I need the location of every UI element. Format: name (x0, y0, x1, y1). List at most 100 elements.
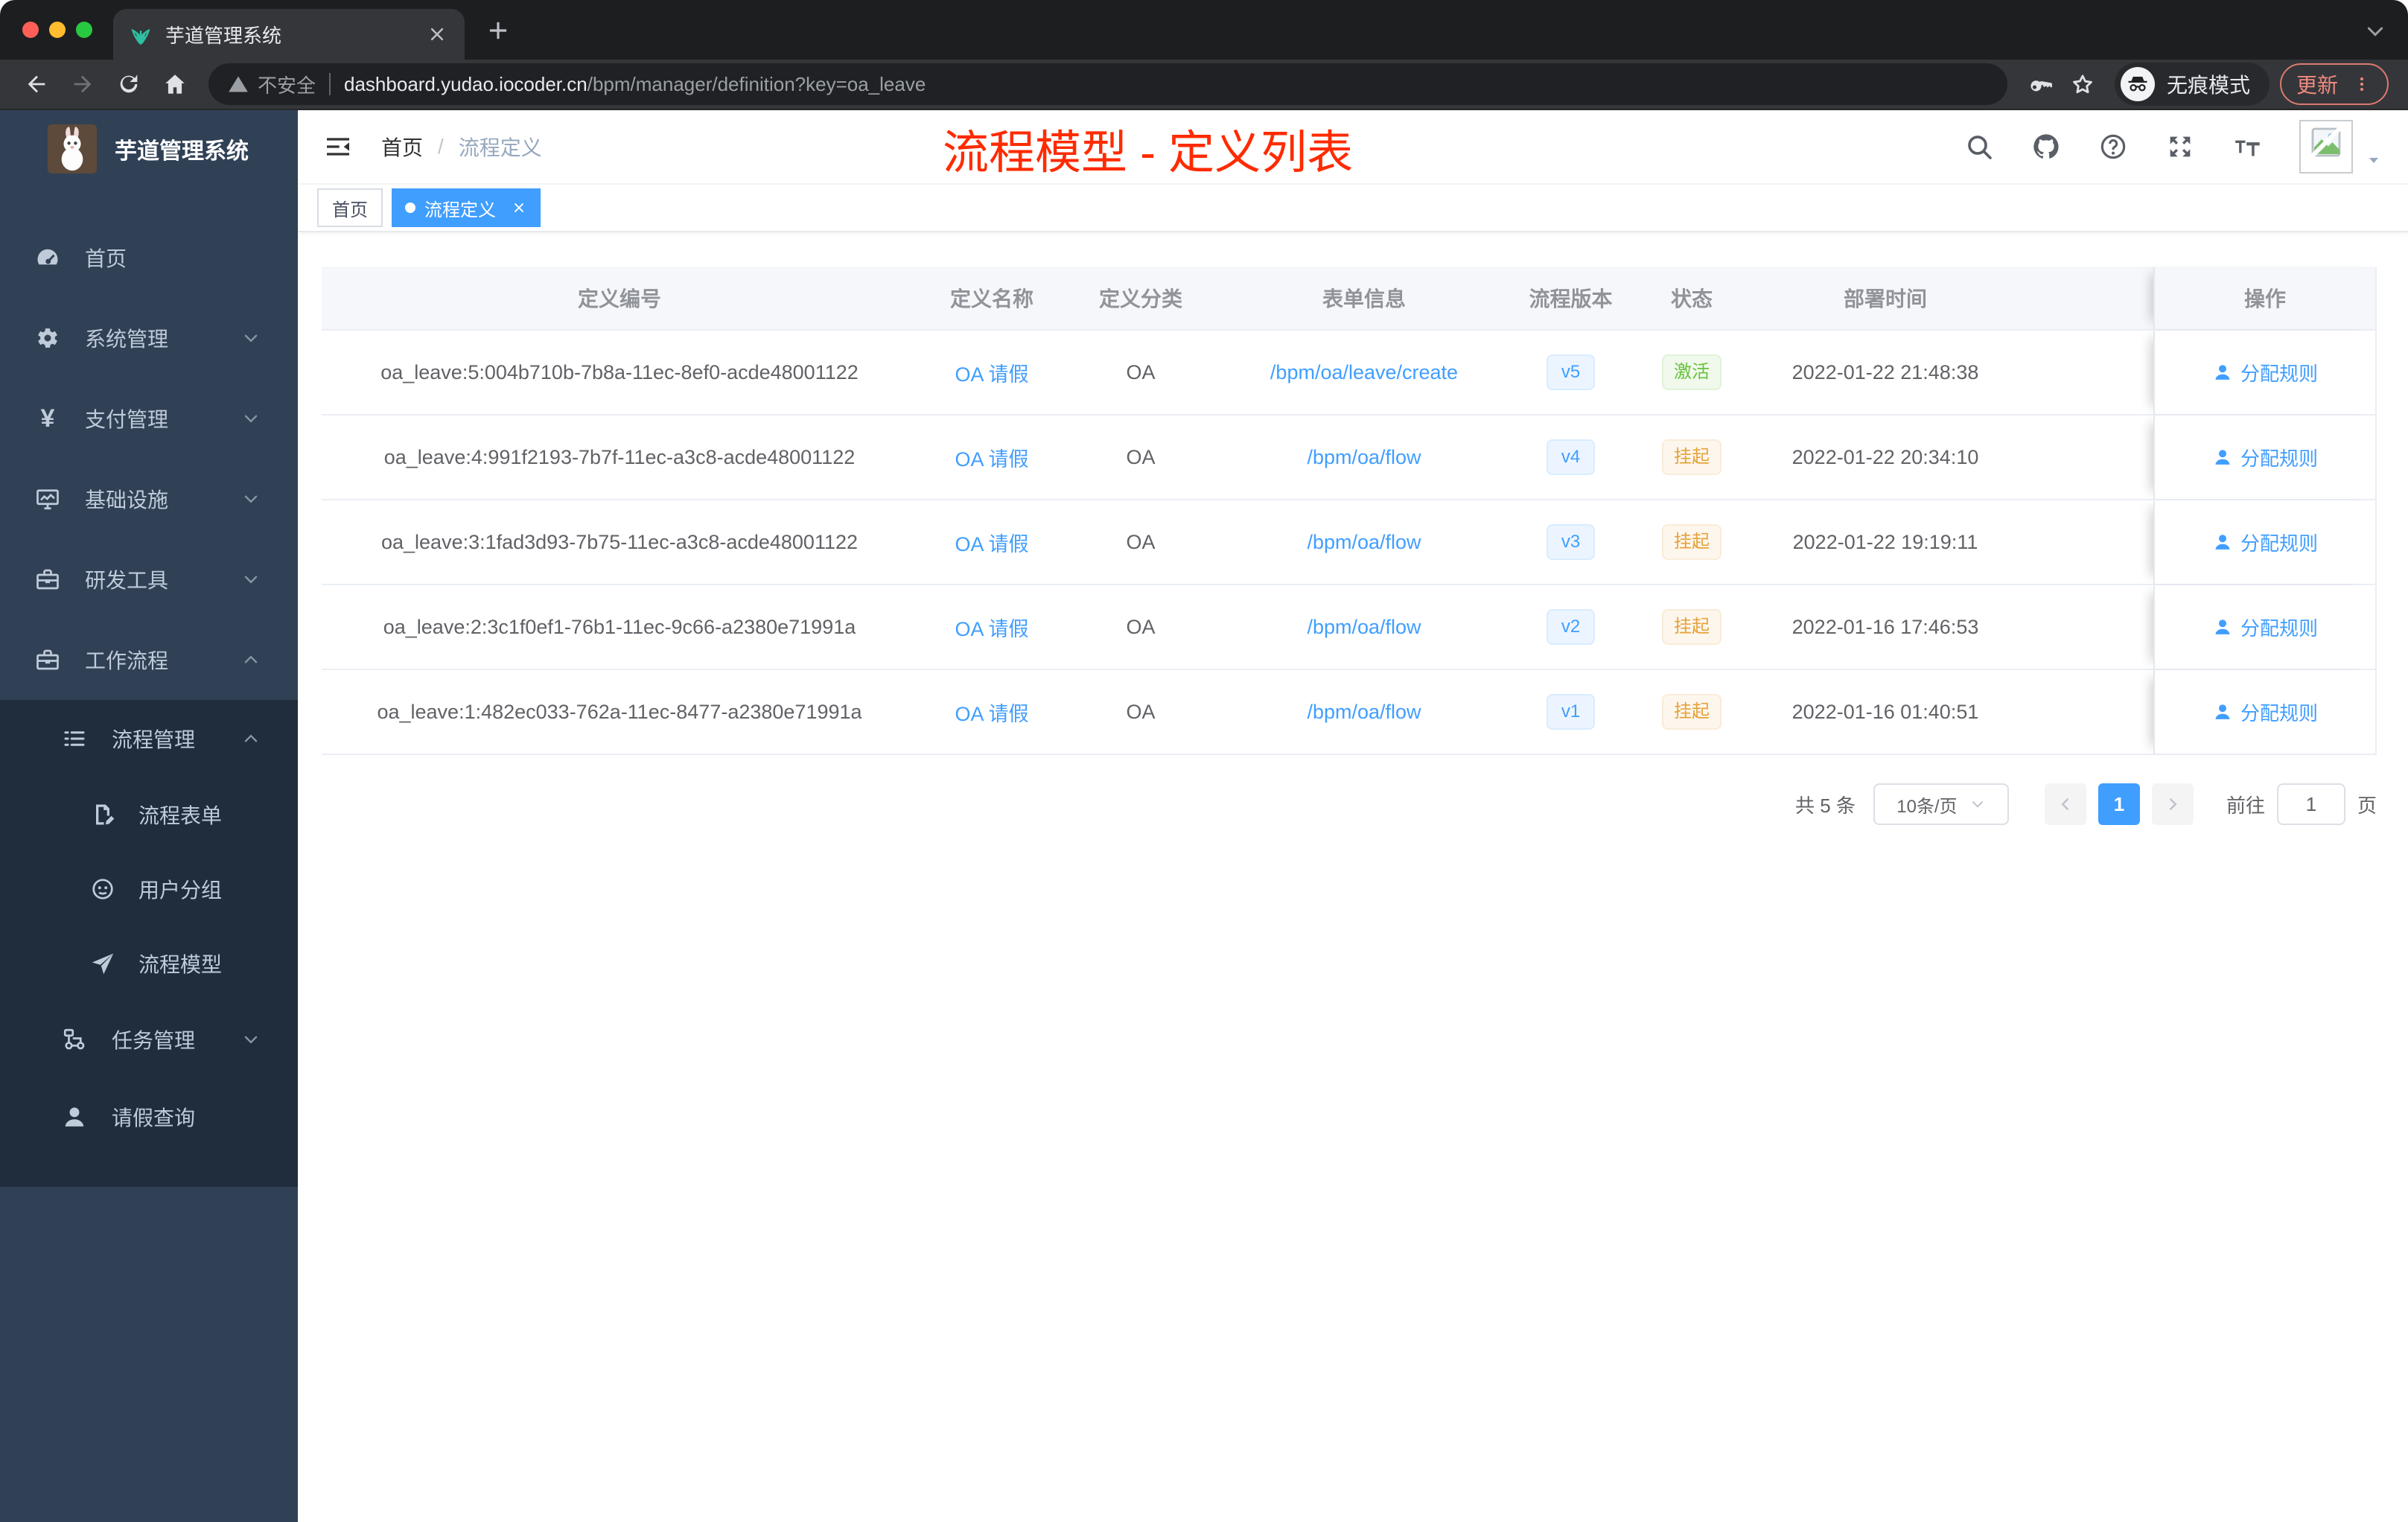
search-icon[interactable] (1964, 132, 1994, 162)
sidebar-item-infrastructure[interactable]: 基础设施 (0, 459, 298, 539)
sidebar-item-devtools[interactable]: 研发工具 (0, 539, 298, 620)
column-header: 定义分类 (1098, 287, 1182, 311)
user-icon (2212, 447, 2233, 468)
prev-page-button[interactable] (2044, 783, 2086, 825)
app-root: 芋道管理系统 首页 系统管理 ¥ 支付管理 基础设施 研发工具 工作流程 流程管… (0, 110, 2408, 1522)
assign-rule-button[interactable]: 分配规则 (2212, 529, 2318, 556)
form-link[interactable]: /bpm/oa/leave/create (1270, 361, 1458, 383)
sidebar-item-system[interactable]: 系统管理 (0, 298, 298, 378)
version-badge: v3 (1546, 524, 1596, 560)
assign-rule-button[interactable]: 分配规则 (2212, 614, 2318, 641)
goto-page-input[interactable] (2276, 783, 2345, 825)
sidebar-item-workflow[interactable]: 工作流程 (0, 620, 298, 700)
home-button[interactable] (152, 63, 198, 105)
chevron-left-icon (2056, 795, 2075, 814)
table-row: oa_leave:5:004b710b-7b8a-11ec-8ef0-acde4… (322, 331, 2377, 415)
url-domain: dashboard.yudao.iocoder.cn (344, 72, 587, 95)
chevron-down-icon (241, 570, 261, 589)
current-page-button[interactable]: 1 (2098, 783, 2140, 825)
bookmark-star-icon[interactable] (2061, 63, 2104, 105)
column-header: 状态 (1670, 287, 1713, 311)
user-icon (2212, 362, 2233, 383)
form-link[interactable]: /bpm/oa/flow (1307, 616, 1421, 638)
insecure-label: 不安全 (258, 74, 316, 97)
user-menu[interactable] (2299, 120, 2383, 173)
font-size-icon[interactable] (2232, 132, 2262, 162)
definition-table: 定义编号 定义名称 定义分类 表单信息 流程版本 状态 部署时间 操作 oa_l… (322, 267, 2377, 755)
sidebar-item-user-group[interactable]: 用户分组 (0, 852, 298, 926)
main-area: 首页 / 流程定义 流程模型 - 定义列表 首页 流程定义 定义编号 定义名称 … (298, 110, 2408, 1522)
assign-rule-button[interactable]: 分配规则 (2212, 444, 2318, 471)
pagination-total: 共 5 条 (1795, 794, 1856, 817)
definition-name-link[interactable]: OA 请假 (955, 703, 1028, 725)
column-header: 定义编号 (577, 287, 661, 311)
reload-button[interactable] (106, 63, 152, 105)
avatar[interactable] (2299, 120, 2353, 173)
column-header-actions: 操作 (2153, 267, 2377, 329)
sidebar-item-task-management[interactable]: 任务管理 (0, 1001, 298, 1078)
page-size-select[interactable]: 10条/页 (1873, 783, 2009, 825)
tag-close-icon[interactable] (511, 200, 527, 216)
back-button[interactable] (13, 63, 60, 105)
tag-home[interactable]: 首页 (317, 188, 383, 227)
next-page-button[interactable] (2151, 783, 2194, 825)
sidebar-item-label: 请假查询 (112, 1107, 196, 1130)
page-title-annotation: 流程模型 - 定义列表 (943, 127, 1354, 179)
status-badge: 激活 (1662, 354, 1721, 390)
assign-rule-button[interactable]: 分配规则 (2212, 698, 2318, 726)
form-link[interactable]: /bpm/oa/flow (1307, 446, 1421, 468)
browser-tab[interactable]: 芋道管理系统 (113, 9, 465, 60)
close-window-button[interactable] (22, 22, 39, 38)
new-tab-button[interactable] (484, 16, 512, 45)
password-key-icon[interactable] (2018, 63, 2061, 105)
user-icon (60, 1102, 89, 1132)
sidebar-item-leave-query[interactable]: 请假查询 (0, 1078, 298, 1156)
tab-search-chevron-icon[interactable] (2363, 19, 2387, 43)
help-icon[interactable] (2098, 132, 2128, 162)
sidebar-item-home[interactable]: 首页 (0, 217, 298, 298)
sidebar-logo[interactable]: 芋道管理系统 (0, 110, 298, 188)
sidebar-item-label: 支付管理 (85, 408, 169, 431)
sidebar-item-payment[interactable]: ¥ 支付管理 (0, 378, 298, 459)
sidebar-fold-icon[interactable] (323, 132, 353, 162)
sidebar-item-process-management[interactable]: 流程管理 (0, 700, 298, 777)
sidebar-item-label: 工作流程 (85, 649, 169, 672)
action-label: 分配规则 (2240, 447, 2318, 470)
version-badge: v4 (1546, 439, 1596, 475)
sidebar-item-process-form[interactable]: 流程表单 (0, 777, 298, 852)
action-label: 分配规则 (2240, 701, 2318, 725)
update-label: 更新 (2296, 74, 2338, 97)
address-bar[interactable]: 不安全 dashboard.yudao.iocoder.cn/bpm/manag… (208, 63, 2007, 105)
form-link[interactable]: /bpm/oa/flow (1307, 531, 1421, 553)
forward-button[interactable] (60, 63, 106, 105)
browser-menu-dots-icon[interactable] (2351, 74, 2372, 95)
caret-down-icon[interactable] (2365, 151, 2383, 169)
fullscreen-icon[interactable] (2165, 132, 2195, 162)
breadcrumb-home[interactable]: 首页 (381, 132, 423, 162)
assign-rule-button[interactable]: 分配规则 (2212, 359, 2318, 386)
definition-name-link[interactable]: OA 请假 (955, 363, 1028, 386)
definition-name-link[interactable]: OA 请假 (955, 618, 1028, 640)
chevron-down-icon (241, 489, 261, 509)
navbar-actions (1964, 120, 2383, 173)
maximize-window-button[interactable] (76, 22, 92, 38)
tab-close-icon[interactable] (426, 23, 448, 45)
column-header: 部署时间 (1843, 287, 1927, 311)
definition-category: OA (1126, 445, 1156, 468)
sidebar-item-label: 流程管理 (112, 728, 196, 751)
definition-name-link[interactable]: OA 请假 (955, 448, 1028, 471)
deploy-time: 2022-01-16 01:40:51 (1791, 700, 1979, 723)
tag-process-definition[interactable]: 流程定义 (392, 188, 541, 227)
browser-toolbar: 不安全 dashboard.yudao.iocoder.cn/bpm/manag… (0, 60, 2408, 110)
sidebar-item-process-model[interactable]: 流程模型 (0, 926, 298, 1001)
form-link[interactable]: /bpm/oa/flow (1307, 701, 1421, 723)
github-icon[interactable] (2031, 132, 2061, 162)
browser-tab-strip: 芋道管理系统 (0, 0, 2408, 60)
tree-list-icon (60, 724, 89, 754)
browser-update-button[interactable]: 更新 (2279, 63, 2389, 105)
minimize-window-button[interactable] (49, 22, 66, 38)
version-badge: v1 (1546, 694, 1596, 730)
definition-name-link[interactable]: OA 请假 (955, 533, 1028, 555)
sidebar-item-label: 任务管理 (112, 1029, 196, 1052)
monitor-icon (33, 484, 63, 514)
